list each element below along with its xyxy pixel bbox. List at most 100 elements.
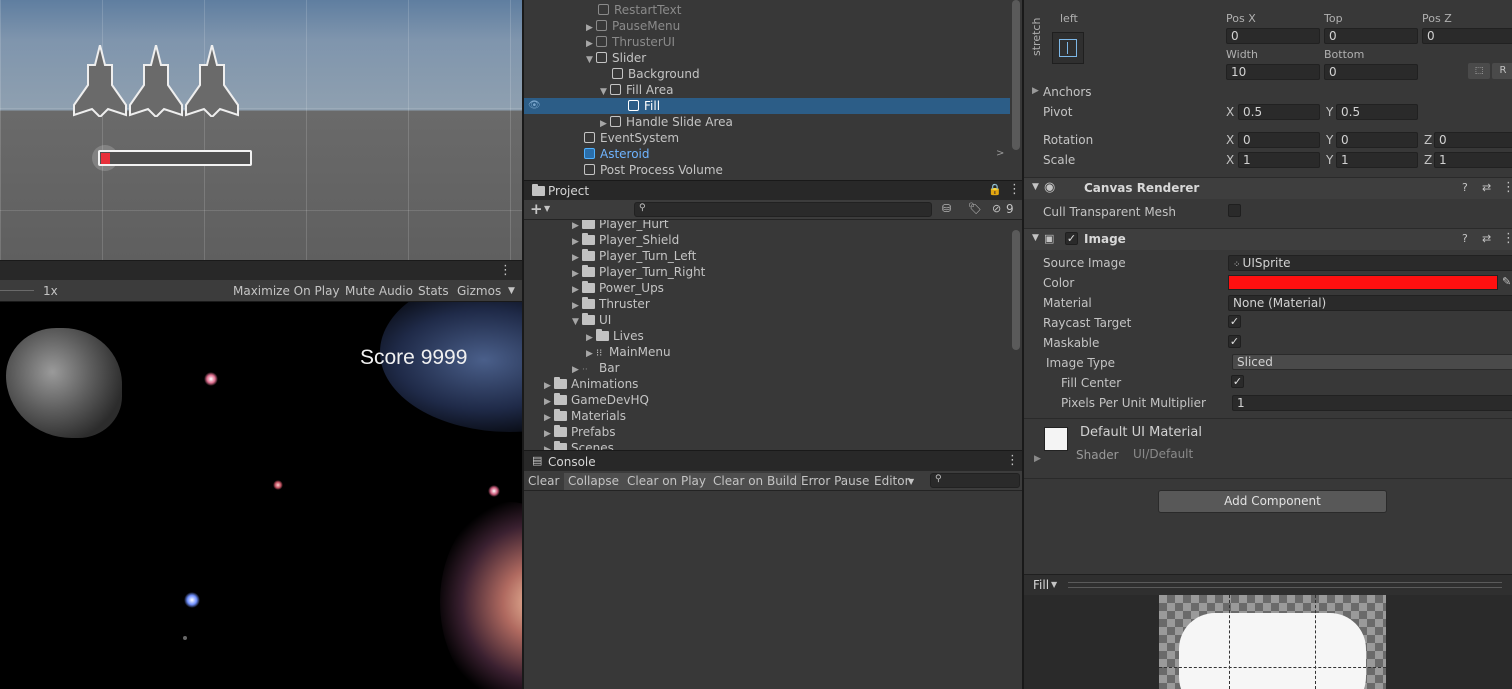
pos-z-field[interactable]: 0 <box>1422 28 1512 44</box>
console-log-area[interactable] <box>524 491 1022 689</box>
mute-audio-button[interactable]: Mute Audio <box>342 283 416 300</box>
rotation-y-field[interactable]: 0 <box>1336 132 1418 148</box>
chevron-right-icon[interactable]: > <box>996 146 1004 162</box>
lock-icon[interactable]: 🔒 <box>988 183 1002 196</box>
hidden-packages-icon[interactable]: ⊘ <box>992 202 1001 215</box>
rotation-z-field[interactable]: 0 <box>1434 132 1512 148</box>
pixels-per-unit-field[interactable]: 1 <box>1232 395 1512 411</box>
project-folder[interactable]: ▶ Scenes <box>544 440 614 450</box>
maximize-on-play-button[interactable]: Maximize On Play <box>230 283 343 300</box>
error-pause-button[interactable]: Error Pause <box>797 473 873 490</box>
preview-drag-handle[interactable] <box>1068 582 1502 588</box>
image-type-dropdown[interactable]: Sliced <box>1232 354 1512 370</box>
preview-dropdown-icon[interactable]: ▼ <box>1051 580 1057 589</box>
game-view[interactable]: Score 9999 <box>0 302 522 689</box>
hierarchy-item[interactable]: EventSystem <box>524 130 1010 146</box>
blueprint-mode-button[interactable]: ⬚ <box>1468 63 1490 79</box>
raw-edit-button[interactable]: R <box>1492 63 1512 79</box>
label-tag-icon[interactable]: 🏷 <box>968 202 982 215</box>
editor-dropdown-icon[interactable]: ▼ <box>904 473 918 490</box>
rotation-x-field[interactable]: 0 <box>1238 132 1320 148</box>
project-folder[interactable]: ▶ Power_Ups <box>572 280 664 296</box>
project-folder[interactable]: ▶ Player_Turn_Right <box>572 264 705 280</box>
project-folder[interactable]: ▶ Prefabs <box>544 424 616 440</box>
scale-y-field[interactable]: 1 <box>1336 152 1418 168</box>
pivot-y-field[interactable]: 0.5 <box>1336 104 1418 120</box>
hierarchy-item[interactable]: RestartText <box>524 2 1010 18</box>
canvas-renderer-header[interactable]: ▼ ◉ Canvas Renderer ? ⇄ ⋮ <box>1024 177 1512 199</box>
kebab-menu-icon[interactable]: ⋮ <box>1502 231 1512 246</box>
bottom-field[interactable]: 0 <box>1324 64 1418 80</box>
add-dropdown-icon[interactable]: ▼ <box>544 204 550 213</box>
hierarchy-item[interactable]: ▶ Handle Slide Area <box>524 114 1010 130</box>
preset-icon[interactable]: ⇄ <box>1482 181 1491 194</box>
project-asset[interactable]: ▶ ·· Bar <box>572 360 620 376</box>
collapse-arrow-icon[interactable]: ▼ <box>1032 233 1039 243</box>
preset-icon[interactable]: ⇄ <box>1482 232 1491 245</box>
source-image-field[interactable]: ⁘ UISprite <box>1228 255 1512 271</box>
console-search-input[interactable]: ⚲ <box>930 473 1020 488</box>
image-component-header[interactable]: ▼ ▣ ✓ Image ? ⇄ ⋮ <box>1024 228 1512 250</box>
project-folder[interactable]: ▶ GameDevHQ <box>544 392 649 408</box>
collapse-arrow-icon[interactable]: ▼ <box>572 314 582 330</box>
hierarchy-item[interactable]: ▼ Fill Area <box>524 82 1010 98</box>
preview-title[interactable]: Fill <box>1033 578 1049 592</box>
kebab-menu-icon[interactable]: ⋮ <box>1502 180 1512 195</box>
eyedropper-icon[interactable]: ✎ <box>1502 275 1511 288</box>
project-folder[interactable]: ▶ Materials <box>544 408 626 424</box>
shader-dropdown[interactable]: UI/Default <box>1128 446 1512 462</box>
color-swatch[interactable] <box>1228 275 1498 290</box>
kebab-menu-icon[interactable]: ⋮ <box>499 263 512 278</box>
anchors-label[interactable]: Anchors <box>1043 85 1092 99</box>
project-folder[interactable]: ▶ Player_Hurt <box>572 220 669 232</box>
gizmos-button[interactable]: Gizmos <box>454 283 504 300</box>
project-folder[interactable]: ▶ Animations <box>544 376 638 392</box>
raycast-target-checkbox[interactable]: ✓ <box>1228 315 1241 328</box>
scene-view[interactable] <box>0 0 522 260</box>
hierarchy-item[interactable]: Post Process Volume <box>524 162 1010 178</box>
pos-x-field[interactable]: 0 <box>1226 28 1320 44</box>
hierarchy-item[interactable]: Asteroid > <box>524 146 1010 162</box>
anchors-expand-arrow-icon[interactable]: ▶ <box>1032 86 1039 96</box>
scale-slider[interactable] <box>0 290 34 291</box>
project-scrollbar[interactable] <box>1012 230 1020 350</box>
hierarchy-item[interactable]: ▶ ThrusterUI <box>524 34 1010 50</box>
add-plus-icon[interactable]: + <box>530 200 543 218</box>
project-folder[interactable]: ▼ UI <box>572 312 611 328</box>
kebab-menu-icon[interactable]: ⋮ <box>1008 182 1021 197</box>
image-enabled-checkbox[interactable]: ✓ <box>1065 232 1078 245</box>
clear-button[interactable]: Clear <box>524 473 563 490</box>
hierarchy-item-selected[interactable]: 👁 Fill <box>524 98 1010 114</box>
project-folder[interactable]: ▶ Thruster <box>572 296 650 312</box>
hierarchy-item[interactable]: ▶ PauseMenu <box>524 18 1010 34</box>
project-search-input[interactable]: ⚲ <box>634 202 932 217</box>
material-field[interactable]: None (Material) <box>1228 295 1512 311</box>
kebab-menu-icon[interactable]: ⋮ <box>1006 453 1019 468</box>
clear-on-play-button[interactable]: Clear on Play <box>623 473 710 490</box>
top-field[interactable]: 0 <box>1324 28 1418 44</box>
search-by-type-icon[interactable]: ⛁ <box>942 202 951 215</box>
console-tab[interactable]: Console <box>548 455 596 469</box>
project-folder[interactable]: ▶ Player_Turn_Left <box>572 248 696 264</box>
project-tab[interactable]: Project <box>548 184 589 198</box>
gizmos-dropdown-icon[interactable]: ▼ <box>505 283 518 300</box>
expand-arrow-icon[interactable]: ▶ <box>1034 454 1041 464</box>
project-asset[interactable]: ▶ ⁝⁝ MainMenu <box>586 344 671 360</box>
width-field[interactable]: 10 <box>1226 64 1320 80</box>
pivot-x-field[interactable]: 0.5 <box>1238 104 1320 120</box>
maskable-checkbox[interactable]: ✓ <box>1228 335 1241 348</box>
clear-on-build-button[interactable]: Clear on Build <box>709 473 802 490</box>
collapse-arrow-icon[interactable]: ▼ <box>1032 182 1039 192</box>
fill-center-checkbox[interactable]: ✓ <box>1231 375 1244 388</box>
scale-x-field[interactable]: 1 <box>1238 152 1320 168</box>
help-icon[interactable]: ? <box>1462 181 1468 194</box>
visibility-eye-icon[interactable]: 👁 <box>528 98 541 114</box>
project-folder[interactable]: ▶ Lives <box>586 328 644 344</box>
scale-z-field[interactable]: 1 <box>1434 152 1512 168</box>
anchor-preset-button[interactable] <box>1052 32 1084 64</box>
expand-arrow-icon[interactable]: ▶ <box>544 442 554 450</box>
stats-button[interactable]: Stats <box>415 283 452 300</box>
hierarchy-item[interactable]: Background <box>524 66 1010 82</box>
cull-transparent-mesh-checkbox[interactable] <box>1228 204 1241 217</box>
add-component-button[interactable]: Add Component <box>1158 490 1387 513</box>
